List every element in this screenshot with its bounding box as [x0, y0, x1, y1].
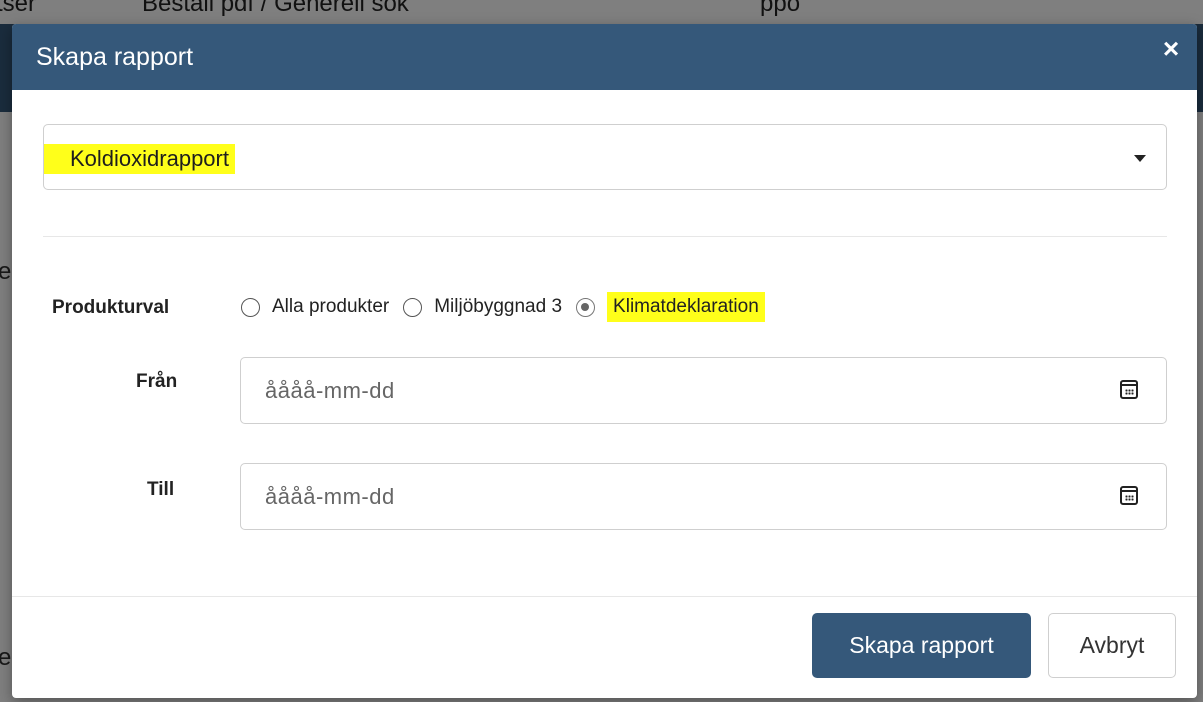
product-choice-label: Produkturval	[52, 297, 170, 318]
from-date-field[interactable]	[240, 357, 1167, 424]
radio-option-klimatdeklaration[interactable]: Klimatdeklaration	[576, 292, 765, 322]
close-icon[interactable]: ×	[1157, 34, 1185, 64]
divider	[43, 236, 1167, 237]
from-date-input[interactable]	[241, 358, 1101, 423]
radio-label: Alla produkter	[272, 296, 390, 317]
to-date-field[interactable]	[240, 463, 1167, 530]
divider	[12, 596, 1197, 597]
report-type-select[interactable]: Koldioxidrapport	[43, 124, 1167, 190]
calendar-icon[interactable]	[1120, 486, 1138, 505]
from-label: Från	[136, 371, 178, 392]
radio-button[interactable]	[403, 297, 423, 317]
report-type-selected-value: Koldioxidrapport	[44, 144, 235, 174]
calendar-icon[interactable]	[1120, 380, 1138, 399]
radio-option-alla-produkter[interactable]: Alla produkter	[241, 292, 389, 322]
radio-option-miljobyggnad-3[interactable]: Miljöbyggnad 3	[403, 292, 562, 322]
to-date-input[interactable]	[241, 464, 1101, 529]
radio-button-selected[interactable]	[576, 297, 596, 317]
create-report-dialog: Skapa rapport × Koldioxidrapport Produkt…	[12, 24, 1197, 698]
chevron-down-icon	[1134, 155, 1146, 162]
radio-label: Miljöbyggnad 3	[434, 296, 563, 317]
dialog-title: Skapa rapport	[36, 42, 194, 71]
dialog-header: Skapa rapport ×	[12, 24, 1197, 90]
create-report-button[interactable]: Skapa rapport	[812, 613, 1031, 678]
radio-button[interactable]	[241, 297, 260, 317]
to-label: Till	[147, 479, 175, 500]
radio-label: Klimatdeklaration	[607, 292, 765, 322]
product-choice-radio-group: Alla produkter Miljöbyggnad 3 Klimatdekl…	[241, 291, 779, 323]
cancel-button[interactable]: Avbryt	[1048, 613, 1176, 678]
